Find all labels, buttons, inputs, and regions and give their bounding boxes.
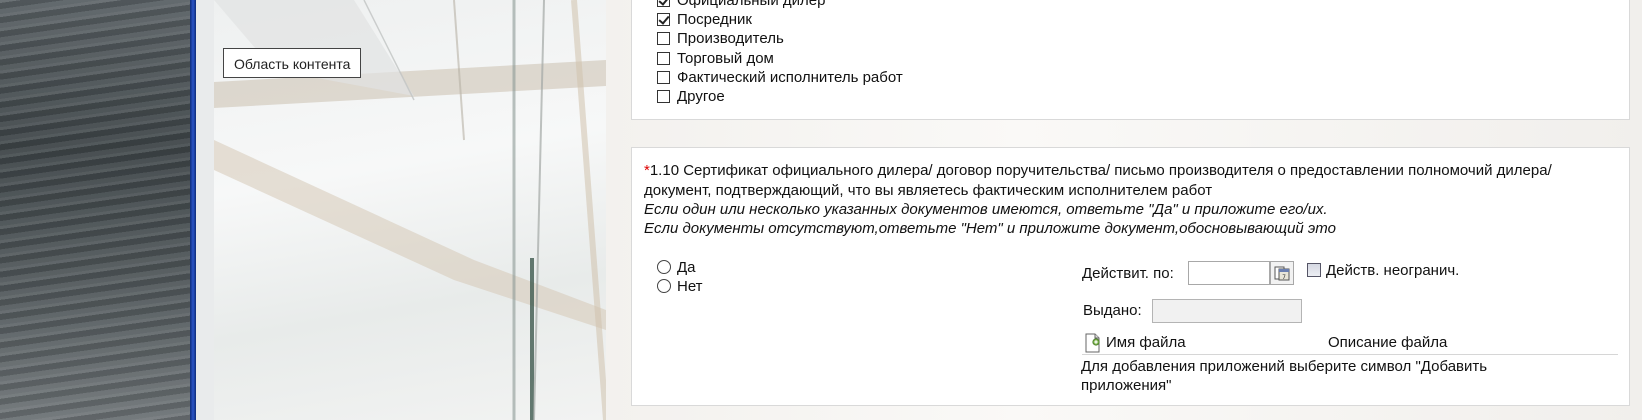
yes-radio[interactable] [657, 260, 671, 274]
add-attachment-icon[interactable] [1083, 333, 1103, 353]
checkbox-label: Производитель [677, 29, 784, 47]
file-description-header: Описание файла [1328, 334, 1448, 351]
svg-text:7: 7 [1282, 274, 1286, 281]
attachments-hint: Для добавления приложений выберите симво… [1081, 358, 1488, 394]
valid-until-label: Действит. по: [1082, 265, 1174, 282]
question-title: *1.10 Сертификат официального дилера/ до… [644, 161, 1584, 201]
file-name-header: Имя файла [1106, 334, 1186, 351]
calendar-button[interactable]: 7 [1270, 261, 1294, 285]
official-dealer-checkbox[interactable] [657, 0, 670, 7]
question-text: 1.10 Сертификат официального дилера/ дог… [644, 162, 1552, 199]
counterparty-type-card: Официальный дилер Посредник Производител… [631, 0, 1630, 120]
calendar-icon: 7 [1274, 266, 1290, 281]
unlimited-validity-checkbox[interactable] [1307, 263, 1321, 277]
unlimited-validity-label: Действ. неогранич. [1326, 262, 1460, 279]
checkbox-label: Официальный дилер [677, 0, 826, 9]
radio-option-no[interactable]: Нет [657, 276, 703, 296]
question-hint-no: Если документы отсутствуют,ответьте "Нет… [644, 220, 1336, 237]
sea-background-image [0, 0, 192, 420]
trading-house-checkbox[interactable] [657, 51, 670, 65]
radio-label: Да [677, 258, 696, 276]
actual-contractor-checkbox[interactable] [657, 70, 670, 84]
question-hint-yes: Если один или несколько указанных докуме… [644, 201, 1328, 218]
radio-option-yes[interactable]: Да [657, 257, 696, 277]
valid-until-input[interactable] [1188, 261, 1270, 285]
issued-by-input[interactable] [1152, 299, 1302, 323]
checkbox-row-actual-contractor[interactable]: Фактический исполнитель работ [657, 67, 903, 87]
other-checkbox[interactable] [657, 89, 670, 103]
checkbox-label: Другое [677, 87, 725, 105]
checkbox-row-manufacturer[interactable]: Производитель [657, 28, 784, 48]
checkbox-row-other[interactable]: Другое [657, 86, 725, 106]
checkbox-label: Торговый дом [677, 49, 774, 67]
dealer-certificate-card: *1.10 Сертификат официального дилера/ до… [631, 147, 1630, 406]
content-area-tooltip: Область контента [223, 48, 362, 78]
no-radio[interactable] [657, 279, 671, 293]
checkbox-label: Фактический исполнитель работ [677, 68, 903, 86]
radio-label: Нет [677, 277, 703, 295]
file-table-separator [1082, 354, 1618, 355]
checkbox-row-intermediary[interactable]: Посредник [657, 9, 752, 29]
manufacturer-checkbox[interactable] [657, 31, 670, 45]
intermediary-checkbox[interactable] [657, 12, 670, 26]
issued-by-label: Выдано: [1083, 302, 1142, 319]
frame-gap [196, 0, 214, 420]
checkbox-row-trading-house[interactable]: Торговый дом [657, 48, 774, 68]
checkbox-label: Посредник [677, 10, 752, 28]
